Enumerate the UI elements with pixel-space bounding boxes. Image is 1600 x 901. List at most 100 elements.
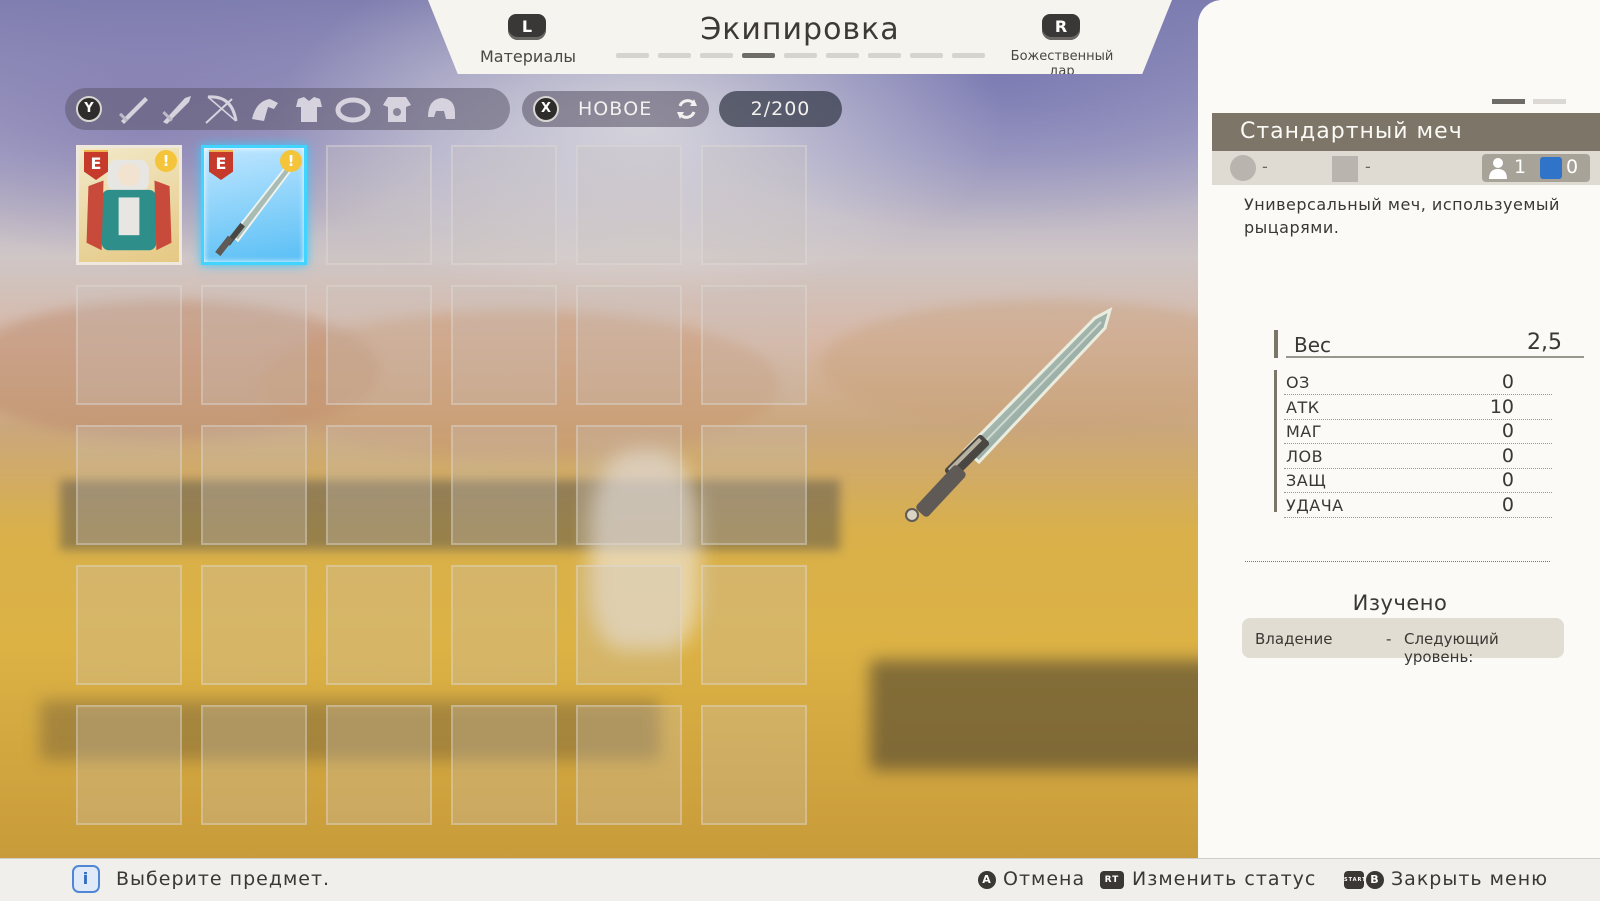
sort-label: НОВОЕ [578, 98, 653, 120]
header-bar: L Материалы Экипировка R Божественный да… [428, 0, 1172, 74]
y-button-icon[interactable]: Y [76, 96, 102, 122]
page-dot-2 [658, 53, 691, 58]
stat-value: 0 [1501, 444, 1514, 467]
robe-icon[interactable] [378, 93, 416, 125]
empty-slot[interactable] [576, 145, 682, 265]
ownership-box: 1 0 [1482, 154, 1590, 182]
element-icon [1230, 155, 1256, 181]
page-dot-3 [700, 53, 733, 58]
page-dot-5 [784, 53, 817, 58]
stored-count: 0 [1566, 156, 1579, 178]
inventory-count: 2/200 [719, 91, 842, 127]
x-button-icon[interactable]: X [533, 96, 559, 122]
stat-row: АТК 10 [1284, 395, 1552, 420]
start-button-icon[interactable]: START [1344, 871, 1366, 889]
empty-slot[interactable] [451, 425, 557, 545]
empty-slot[interactable] [451, 705, 557, 825]
page-dot-8 [910, 53, 943, 58]
empty-slot[interactable] [326, 565, 432, 685]
info-icon: i [72, 865, 100, 893]
stat-value: 0 [1501, 371, 1514, 393]
hint-text: Выберите предмет. [116, 868, 331, 890]
skill-level: - [1386, 630, 1392, 648]
empty-slot[interactable] [76, 565, 182, 685]
page-dot-7 [868, 53, 901, 58]
ring-icon[interactable] [334, 93, 372, 125]
greatsword-icon[interactable] [158, 93, 196, 125]
page-dot-9 [952, 53, 985, 58]
empty-slot[interactable] [701, 285, 807, 405]
change-status-button[interactable]: Изменить статус [1132, 868, 1316, 890]
empty-slot[interactable] [701, 705, 807, 825]
type-value: - [1365, 157, 1371, 176]
empty-slot[interactable] [451, 285, 557, 405]
empty-slot[interactable] [201, 705, 307, 825]
empty-slot[interactable] [76, 425, 182, 545]
empty-slot[interactable] [451, 145, 557, 265]
stat-value: 0 [1501, 420, 1514, 442]
bow-icon[interactable] [202, 93, 240, 125]
empty-slot[interactable] [326, 285, 432, 405]
stat-row: ЛОВ 0 [1284, 444, 1552, 469]
item-description: Универсальный меч, используемый рыцарями… [1244, 195, 1560, 237]
page-dot-1 [616, 53, 649, 58]
sort-button[interactable]: X НОВОЕ [522, 91, 709, 127]
empty-slot[interactable] [576, 285, 682, 405]
empty-slot[interactable] [576, 705, 682, 825]
a-button-icon[interactable]: A [978, 871, 996, 889]
empty-slot[interactable] [451, 565, 557, 685]
owned-count: 1 [1514, 156, 1527, 178]
stat-row: ЗАЩ 0 [1284, 468, 1552, 493]
sword-icon[interactable] [115, 93, 153, 125]
stat-name: УДАЧА [1286, 495, 1344, 515]
element-value: - [1262, 157, 1268, 176]
empty-slot[interactable] [576, 425, 682, 545]
tab-materials[interactable]: Материалы [473, 47, 583, 66]
stat-row: УДАЧА 0 [1284, 493, 1552, 518]
stat-name: МАГ [1286, 422, 1323, 441]
stat-name: ОЗ [1286, 373, 1310, 392]
detail-page-2[interactable] [1533, 99, 1566, 104]
empty-slot[interactable] [76, 285, 182, 405]
category-filter-bar: Y [65, 88, 510, 130]
weight-row: Вес 2,5 [1274, 330, 1584, 360]
b-button-icon[interactable]: B [1366, 871, 1384, 889]
sword-item[interactable]: E! [201, 145, 307, 265]
close-menu-button[interactable]: Закрыть меню [1391, 868, 1548, 890]
empty-slot[interactable] [76, 705, 182, 825]
item-name: Стандартный меч [1212, 113, 1600, 151]
empty-slot[interactable] [201, 565, 307, 685]
page-dot-6 [826, 53, 859, 58]
stat-row: ОЗ 0 [1284, 370, 1552, 395]
detail-page-indicator [1492, 99, 1566, 104]
empty-slot[interactable] [701, 425, 807, 545]
empty-slot[interactable] [201, 285, 307, 405]
footer-bar: i Выберите предмет. A Отмена RT Изменить… [0, 858, 1600, 901]
empty-slot[interactable] [701, 145, 807, 265]
detail-page-1[interactable] [1492, 99, 1525, 104]
knight-item[interactable]: E! [76, 145, 182, 265]
page-dot-4 [742, 53, 775, 58]
weight-value: 2,5 [1527, 330, 1562, 355]
rt-button-icon[interactable]: RT [1100, 871, 1124, 889]
empty-slot[interactable] [326, 145, 432, 265]
divider [1245, 561, 1550, 562]
sword-preview-image [905, 300, 1145, 540]
armor-icon[interactable] [290, 93, 328, 125]
empty-slot[interactable] [576, 565, 682, 685]
empty-slot[interactable] [701, 565, 807, 685]
storage-icon [1540, 157, 1562, 179]
cancel-button[interactable]: Отмена [1003, 868, 1085, 890]
weight-label: Вес [1294, 333, 1332, 357]
stat-value: 0 [1501, 493, 1514, 516]
next-level-label: Следующий уровень: [1404, 630, 1499, 666]
item-attributes: - - 1 0 [1212, 151, 1600, 185]
refresh-icon[interactable] [674, 96, 700, 122]
empty-slot[interactable] [201, 425, 307, 545]
gauntlet-icon[interactable] [246, 93, 284, 125]
empty-slot[interactable] [326, 425, 432, 545]
empty-slot[interactable] [326, 705, 432, 825]
helmet-icon[interactable] [422, 93, 460, 125]
skill-row[interactable]: Владение - Следующий уровень: [1242, 618, 1564, 666]
r-button-icon[interactable]: R [1042, 14, 1080, 40]
